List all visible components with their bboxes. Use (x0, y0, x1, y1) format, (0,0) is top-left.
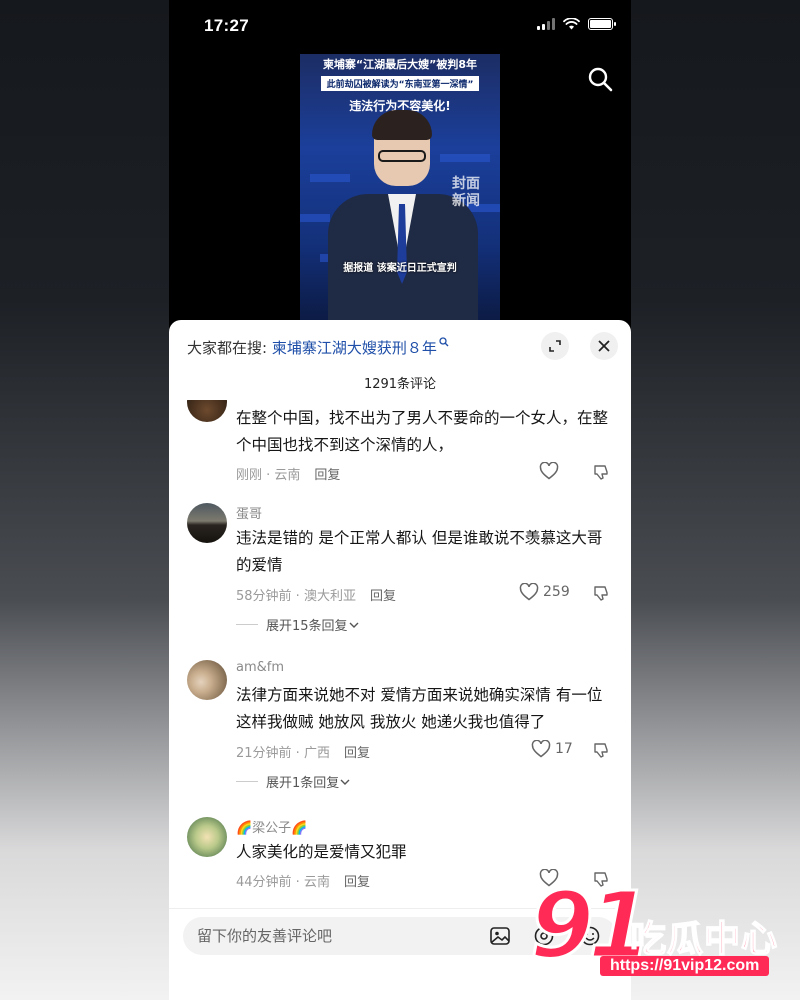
search-icon[interactable] (587, 66, 613, 92)
chevron-down-icon (340, 779, 350, 785)
reply-button[interactable]: 回复 (344, 746, 370, 761)
comment-meta: 58分钟前 · 澳大利亚 回复 (236, 585, 396, 604)
dislike-icon[interactable] (593, 584, 611, 602)
comment-item: 蛋哥 违法是错的 是个正常人都认 但是谁敢说不羡慕这大哥的爱情 58分钟前 · … (169, 503, 631, 634)
reply-button[interactable]: 回复 (344, 875, 370, 890)
suggestion-search-icon (439, 337, 449, 347)
comment-meta: 刚刚 · 云南 回复 (236, 464, 340, 483)
reply-button[interactable]: 回复 (370, 589, 396, 604)
avatar[interactable] (187, 817, 227, 857)
heart-icon (539, 462, 559, 480)
reply-button[interactable]: 回复 (314, 468, 340, 483)
chevron-down-icon (349, 622, 359, 628)
logo-url: https://91vip12.com (600, 956, 770, 976)
expand-icon (549, 340, 561, 352)
heart-icon (519, 583, 539, 601)
comment-time-location: 刚刚 · 云南 (236, 468, 301, 483)
site-watermark-logo: 91 吃瓜中心 https://91vip12.com (528, 878, 795, 990)
comment-meta: 21分钟前 · 广西 回复 (236, 742, 370, 761)
video-headline: 柬埔寨“江湖最后大嫂”被判8年 此前劫囚被解读为“东南亚第一深情” 违法行为不容… (300, 54, 500, 114)
comment-count: 1291条评论 (363, 377, 437, 392)
close-button[interactable] (590, 332, 618, 360)
headline-line-1: 柬埔寨“江湖最后大嫂”被判8年 (322, 58, 478, 71)
dislike-icon[interactable] (593, 463, 611, 481)
like-count: 259 (543, 584, 570, 600)
signal-icon (537, 18, 555, 30)
logo-name: 吃瓜中心 (629, 918, 779, 961)
comment-time-location: 58分钟前 · 澳大利亚 (236, 589, 356, 604)
comment-username[interactable]: 🌈梁公子🌈 (236, 817, 307, 836)
comment-time-location: 21分钟前 · 广西 (236, 746, 330, 761)
like-count: 17 (555, 741, 573, 757)
suggestion-term[interactable]: 柬埔寨江湖大嫂获刑８年 (272, 339, 437, 357)
battery-icon (588, 18, 616, 30)
phone-screen: 17:27 柬埔寨“江湖最后大嫂”被判8年 此前劫囚被解读为“东南亚第一深情” … (169, 0, 631, 1000)
comment-text: 违法是错的 是个正常人都认 但是谁敢说不羡慕这大哥的爱情 (236, 529, 603, 574)
expand-sheet-button[interactable] (541, 332, 569, 360)
comment-text: 在整个中国，找不出为了男人不要命的一个女人，在整个中国也找不到这个深情的人， (236, 409, 609, 454)
expand-replies-label: 展开15条回复 (266, 619, 348, 634)
close-icon (598, 340, 610, 352)
heart-icon (531, 740, 551, 758)
comment-item: 在整个中国，找不出为了男人不要命的一个女人，在整个中国也找不到这个深情的人， 刚… (169, 400, 631, 490)
comment-text: 法律方面来说她不对 爱情方面来说她确实深情 有一位这样我做贼 她放风 我放火 她… (236, 686, 603, 731)
like-button[interactable]: 17 (531, 740, 573, 758)
comment-meta: 44分钟前 · 云南 回复 (236, 871, 370, 890)
suggestion-prefix: 大家都在搜: (187, 339, 268, 357)
status-icons (537, 18, 616, 30)
comment-time-location: 44分钟前 · 云南 (236, 875, 330, 890)
like-button[interactable]: 259 (519, 583, 570, 601)
sheet-header: 大家都在搜: 柬埔寨江湖大嫂获刑８年 (169, 320, 631, 372)
avatar[interactable] (187, 503, 227, 543)
video-player[interactable]: 柬埔寨“江湖最后大嫂”被判8年 此前劫囚被解读为“东南亚第一深情” 违法行为不容… (300, 54, 500, 324)
like-button[interactable] (539, 462, 559, 480)
status-time: 17:27 (204, 16, 249, 35)
video-watermark: 封面新闻 (452, 176, 480, 209)
comment-username[interactable]: am&fm (236, 660, 284, 675)
image-icon[interactable] (489, 925, 511, 947)
expand-replies-label: 展开1条回复 (266, 776, 340, 791)
avatar[interactable] (187, 400, 227, 422)
headline-line-2: 此前劫囚被解读为“东南亚第一深情” (320, 76, 480, 91)
expand-replies-button[interactable]: 展开15条回复 (236, 615, 360, 634)
expand-replies-button[interactable]: 展开1条回复 (236, 772, 351, 791)
comment-username[interactable]: 蛋哥 (236, 503, 262, 522)
search-suggestion[interactable]: 大家都在搜: 柬埔寨江湖大嫂获刑８年 (187, 337, 449, 358)
dislike-icon[interactable] (593, 741, 611, 759)
comment-input[interactable] (197, 917, 477, 955)
video-subtitle: 据报道 该案近日正式宣判 (343, 263, 457, 274)
avatar[interactable] (187, 660, 227, 700)
wifi-icon (563, 18, 580, 30)
status-bar: 17:27 (169, 0, 631, 54)
comment-list[interactable]: 在整个中国，找不出为了男人不要命的一个女人，在整个中国也找不到这个深情的人， 刚… (169, 400, 631, 910)
comment-item: am&fm 法律方面来说她不对 爱情方面来说她确实深情 有一位这样我做贼 她放风… (169, 660, 631, 791)
comment-text: 人家美化的是爱情又犯罪 (236, 843, 407, 861)
